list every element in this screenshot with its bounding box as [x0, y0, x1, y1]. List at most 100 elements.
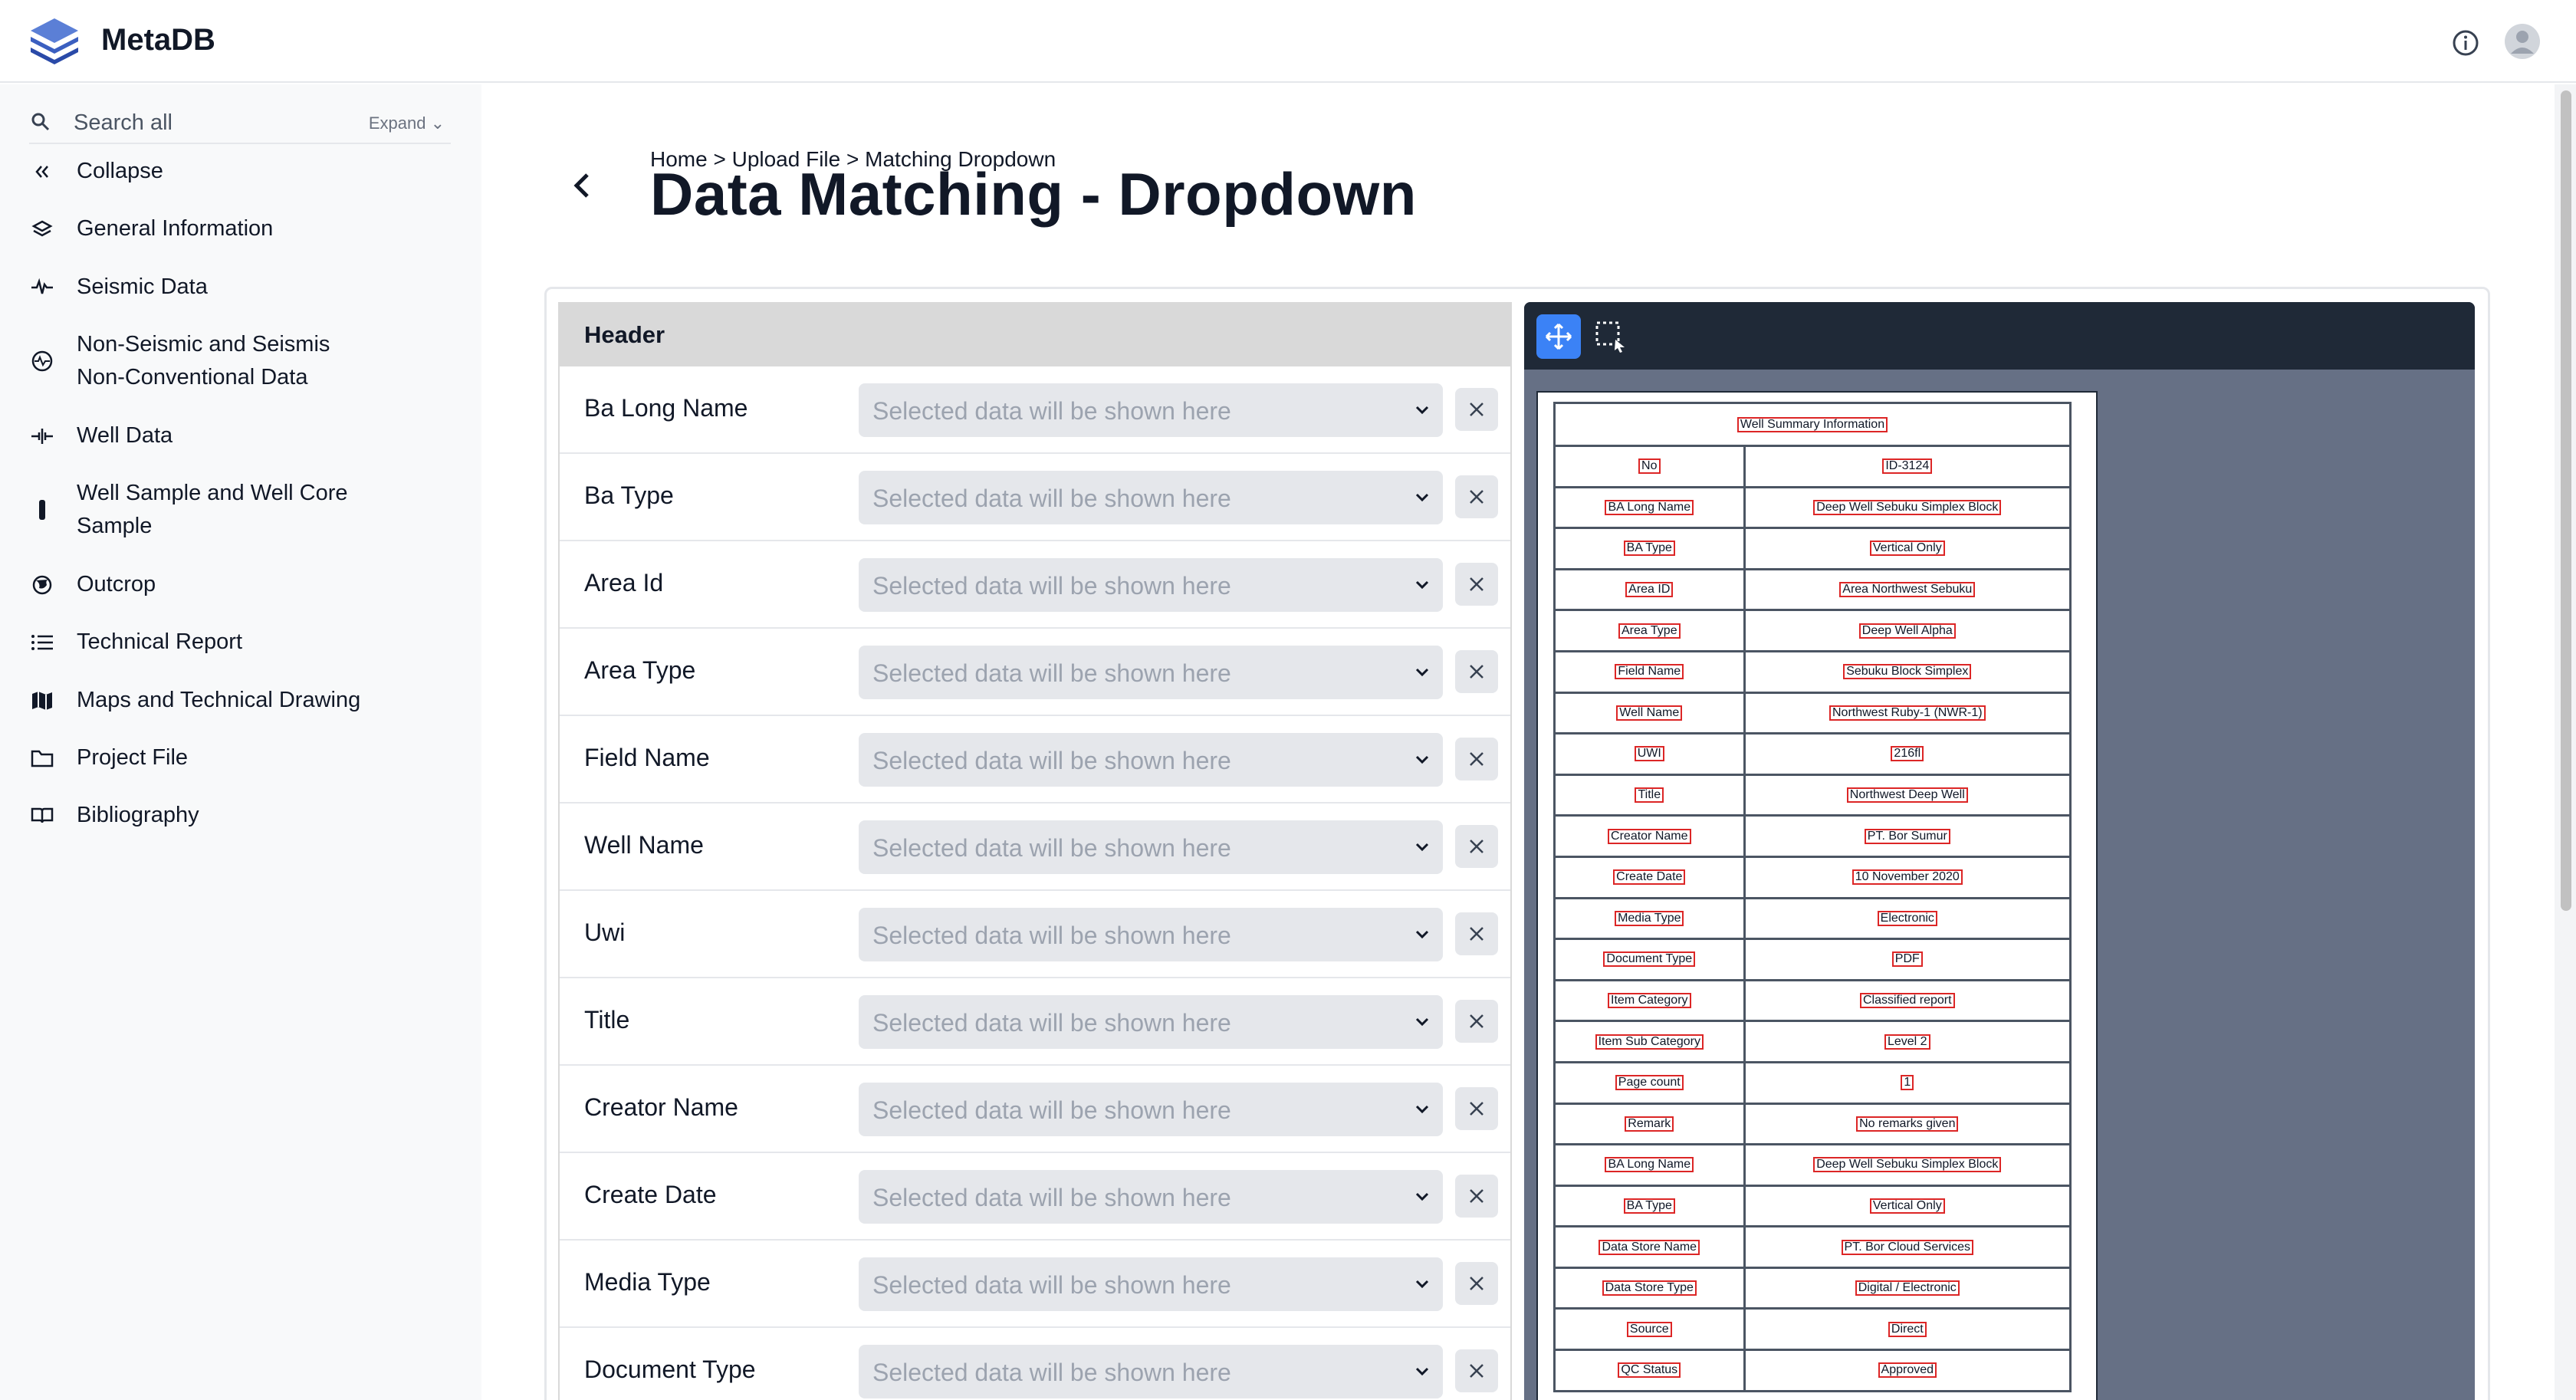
document-key[interactable]: Data Store Name: [1598, 1239, 1700, 1255]
clear-button[interactable]: [1455, 1175, 1498, 1218]
field-dropdown[interactable]: Selected data will be shown here: [859, 908, 1443, 961]
scroll-thumb[interactable]: [2561, 90, 2571, 911]
sidebar-item-general-information[interactable]: General Information: [29, 212, 458, 245]
sidebar-item-maps[interactable]: Maps and Technical Drawing: [29, 684, 458, 717]
clear-button[interactable]: [1455, 650, 1498, 693]
main-content: Home > Upload File > Matching Dropdown D…: [481, 84, 2576, 1400]
sidebar-item-collapse[interactable]: Collapse: [29, 155, 458, 188]
clear-button[interactable]: [1455, 825, 1498, 868]
clear-button[interactable]: [1455, 1349, 1498, 1392]
document-value[interactable]: Sebuku Block Simplex: [1843, 664, 1972, 680]
document-value[interactable]: Approved: [1878, 1362, 1937, 1379]
sidebar-item-technical-report[interactable]: Technical Report: [29, 626, 458, 659]
document-key[interactable]: Source: [1626, 1321, 1672, 1337]
close-icon: [1470, 840, 1484, 853]
document-key[interactable]: Area Type: [1618, 623, 1681, 639]
document-key[interactable]: Data Store Type: [1602, 1280, 1697, 1296]
info-icon[interactable]: [2450, 28, 2481, 58]
document-value[interactable]: 1: [1901, 1075, 1914, 1091]
document-key[interactable]: Well Name: [1616, 705, 1683, 721]
document-value[interactable]: PT. Bor Sumur: [1864, 828, 1950, 844]
document-value[interactable]: No remarks given: [1856, 1116, 1959, 1132]
document-key[interactable]: UWI: [1634, 746, 1664, 762]
document-value[interactable]: PDF: [1891, 951, 1923, 968]
area-select-tool-button[interactable]: [1589, 314, 1633, 359]
field-dropdown[interactable]: Selected data will be shown here: [859, 1345, 1443, 1398]
document-value[interactable]: Electronic: [1877, 910, 1937, 926]
document-value[interactable]: Classified report: [1859, 993, 1955, 1009]
document-key[interactable]: QC Status: [1618, 1362, 1681, 1379]
document-key[interactable]: BA Type: [1623, 1198, 1675, 1214]
field-dropdown[interactable]: Selected data will be shown here: [859, 820, 1443, 874]
document-row: BA Type Vertical Only: [1553, 1184, 2072, 1228]
sidebar-item-project-file[interactable]: Project File: [29, 741, 458, 774]
field-dropdown[interactable]: Selected data will be shown here: [859, 733, 1443, 787]
field-dropdown[interactable]: Selected data will be shown here: [859, 995, 1443, 1049]
document-key[interactable]: No: [1638, 458, 1661, 475]
document-value[interactable]: Vertical Only: [1869, 541, 1945, 557]
document-row: Media Type Electronic: [1553, 896, 2072, 941]
search-input[interactable]: Search all: [74, 110, 172, 136]
document-value[interactable]: Digital / Electronic: [1855, 1280, 1960, 1296]
document-key[interactable]: BA Long Name: [1605, 499, 1694, 515]
document-key[interactable]: Title: [1635, 787, 1664, 804]
document-key[interactable]: Media Type: [1615, 910, 1684, 926]
back-arrow-icon[interactable]: [567, 164, 598, 207]
document-value-cell: Classified report: [1743, 978, 2072, 1023]
sidebar-item-non-seismic[interactable]: Non-Seismic and Seismis Non-Conventional …: [29, 328, 458, 394]
clear-button[interactable]: [1455, 1262, 1498, 1305]
field-dropdown[interactable]: Selected data will be shown here: [859, 646, 1443, 699]
field-dropdown[interactable]: Selected data will be shown here: [859, 1083, 1443, 1136]
sidebar-item-seismic-data[interactable]: Seismic Data: [29, 271, 458, 304]
sidebar-search[interactable]: Search all Expand ⌄: [29, 100, 451, 144]
document-key[interactable]: Document Type: [1603, 951, 1696, 968]
document-value[interactable]: Area Northwest Sebuku: [1839, 582, 1976, 598]
clear-button[interactable]: [1455, 475, 1498, 518]
document-key[interactable]: Area ID: [1625, 582, 1674, 598]
document-value[interactable]: Vertical Only: [1869, 1198, 1945, 1214]
document-value[interactable]: Deep Well Sebuku Simplex Block: [1813, 1157, 2002, 1173]
document-value[interactable]: ID-3124: [1882, 458, 1933, 475]
clear-button[interactable]: [1455, 388, 1498, 431]
document-key[interactable]: Item Sub Category: [1595, 1034, 1704, 1050]
clear-button[interactable]: [1455, 1087, 1498, 1130]
pan-tool-button[interactable]: [1536, 314, 1581, 359]
document-key[interactable]: Creator Name: [1608, 828, 1691, 844]
document-value[interactable]: Northwest Deep Well: [1846, 787, 1968, 804]
field-dropdown[interactable]: Selected data will be shown here: [859, 471, 1443, 524]
sidebar-item-well-sample[interactable]: Well Sample and Well Core Sample: [29, 477, 458, 543]
document-key[interactable]: Item Category: [1608, 993, 1691, 1009]
document-value[interactable]: Level 2: [1884, 1034, 1930, 1050]
document-value[interactable]: Direct: [1888, 1321, 1927, 1337]
field-dropdown[interactable]: Selected data will be shown here: [859, 383, 1443, 437]
document-title[interactable]: Well Summary Information: [1737, 416, 1888, 432]
document-key[interactable]: BA Type: [1623, 541, 1675, 557]
sidebar-item-outcrop[interactable]: Outcrop: [29, 568, 458, 601]
document-value[interactable]: 10 November 2020: [1852, 869, 1963, 886]
clear-button[interactable]: [1455, 738, 1498, 781]
field-dropdown[interactable]: Selected data will be shown here: [859, 1257, 1443, 1311]
sidebar-item-well-data[interactable]: Well Data: [29, 419, 458, 452]
document-value[interactable]: Deep Well Alpha: [1858, 623, 1956, 639]
document-key[interactable]: BA Long Name: [1605, 1157, 1694, 1173]
expand-button[interactable]: Expand ⌄: [369, 113, 445, 133]
document-value[interactable]: PT. Bor Cloud Services: [1841, 1239, 1974, 1255]
document-key[interactable]: Page count: [1615, 1075, 1684, 1091]
document-value[interactable]: 216fl: [1891, 746, 1924, 762]
page-scrollbar[interactable]: [2555, 84, 2576, 1400]
clear-button[interactable]: [1455, 912, 1498, 955]
document-key[interactable]: Field Name: [1615, 664, 1684, 680]
field-dropdown[interactable]: Selected data will be shown here: [859, 558, 1443, 612]
close-icon: [1470, 1102, 1484, 1116]
document-value[interactable]: Deep Well Sebuku Simplex Block: [1813, 499, 2002, 515]
document-key[interactable]: Create Date: [1613, 869, 1686, 886]
field-dropdown[interactable]: Selected data will be shown here: [859, 1170, 1443, 1224]
clear-button[interactable]: [1455, 563, 1498, 606]
sidebar-item-bibliography[interactable]: Bibliography: [29, 799, 458, 832]
document-key[interactable]: Remark: [1625, 1116, 1674, 1132]
document-value[interactable]: Northwest Ruby-1 (NWR-1): [1829, 705, 1986, 721]
document-page[interactable]: Well Summary Information No ID-3124 BA Lon…: [1538, 393, 2096, 1400]
dropdown-placeholder: Selected data will be shown here: [872, 1184, 1231, 1211]
clear-button[interactable]: [1455, 1000, 1498, 1043]
avatar[interactable]: [2504, 23, 2541, 60]
